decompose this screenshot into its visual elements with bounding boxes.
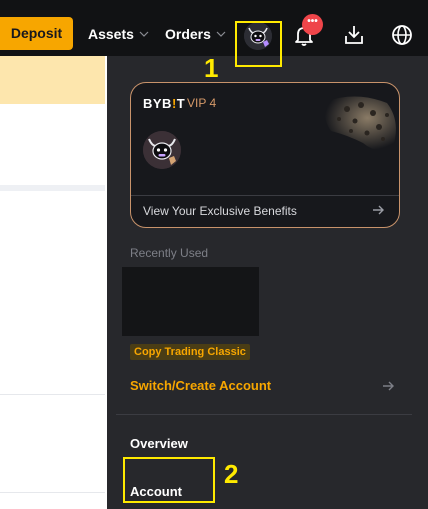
page-divider [0,492,105,493]
recently-used-title: Recently Used [130,246,209,260]
page-banner [0,56,105,104]
assets-menu[interactable]: Assets [88,26,149,42]
assets-label: Assets [88,26,134,42]
annotation-number: 2 [224,459,239,489]
download-icon[interactable] [341,22,367,48]
vip-level-label: VIP 4 [187,96,217,110]
chevron-down-icon [216,31,226,37]
bybit-logo: BYB!T [143,96,186,111]
menu-item-overview[interactable]: Overview [130,436,188,451]
orders-label: Orders [165,26,211,42]
notification-badge: ••• [302,14,323,35]
vip-card[interactable]: BYB!T VIP 4 View Your Exclusive Benefits [130,82,400,228]
annotation-number: 1 [204,53,219,83]
switch-create-account-link[interactable]: Switch/Create Account [130,378,271,393]
annotation-highlight-box [235,21,282,67]
page-divider [0,185,105,191]
menu-divider [116,414,412,415]
copy-trading-classic-tag[interactable]: Copy Trading Classic [130,344,250,360]
globe-icon[interactable] [389,22,415,48]
vip-card-divider [131,195,399,196]
arrow-right-icon[interactable] [381,379,395,393]
chevron-down-icon [139,31,149,37]
top-nav-bar: Deposit Assets Orders ••• [0,0,428,56]
jaguar-image [324,96,396,151]
annotation-highlight-box [123,457,215,503]
page-divider [0,394,105,395]
recent-item-thumbnail[interactable] [122,267,259,336]
arrow-right-icon [373,205,384,215]
vip-avatar [143,131,181,169]
deposit-button[interactable]: Deposit [0,17,73,50]
orders-menu[interactable]: Orders [165,26,226,42]
bull-avatar-icon [143,131,181,169]
vip-benefits-link[interactable]: View Your Exclusive Benefits [143,204,297,218]
